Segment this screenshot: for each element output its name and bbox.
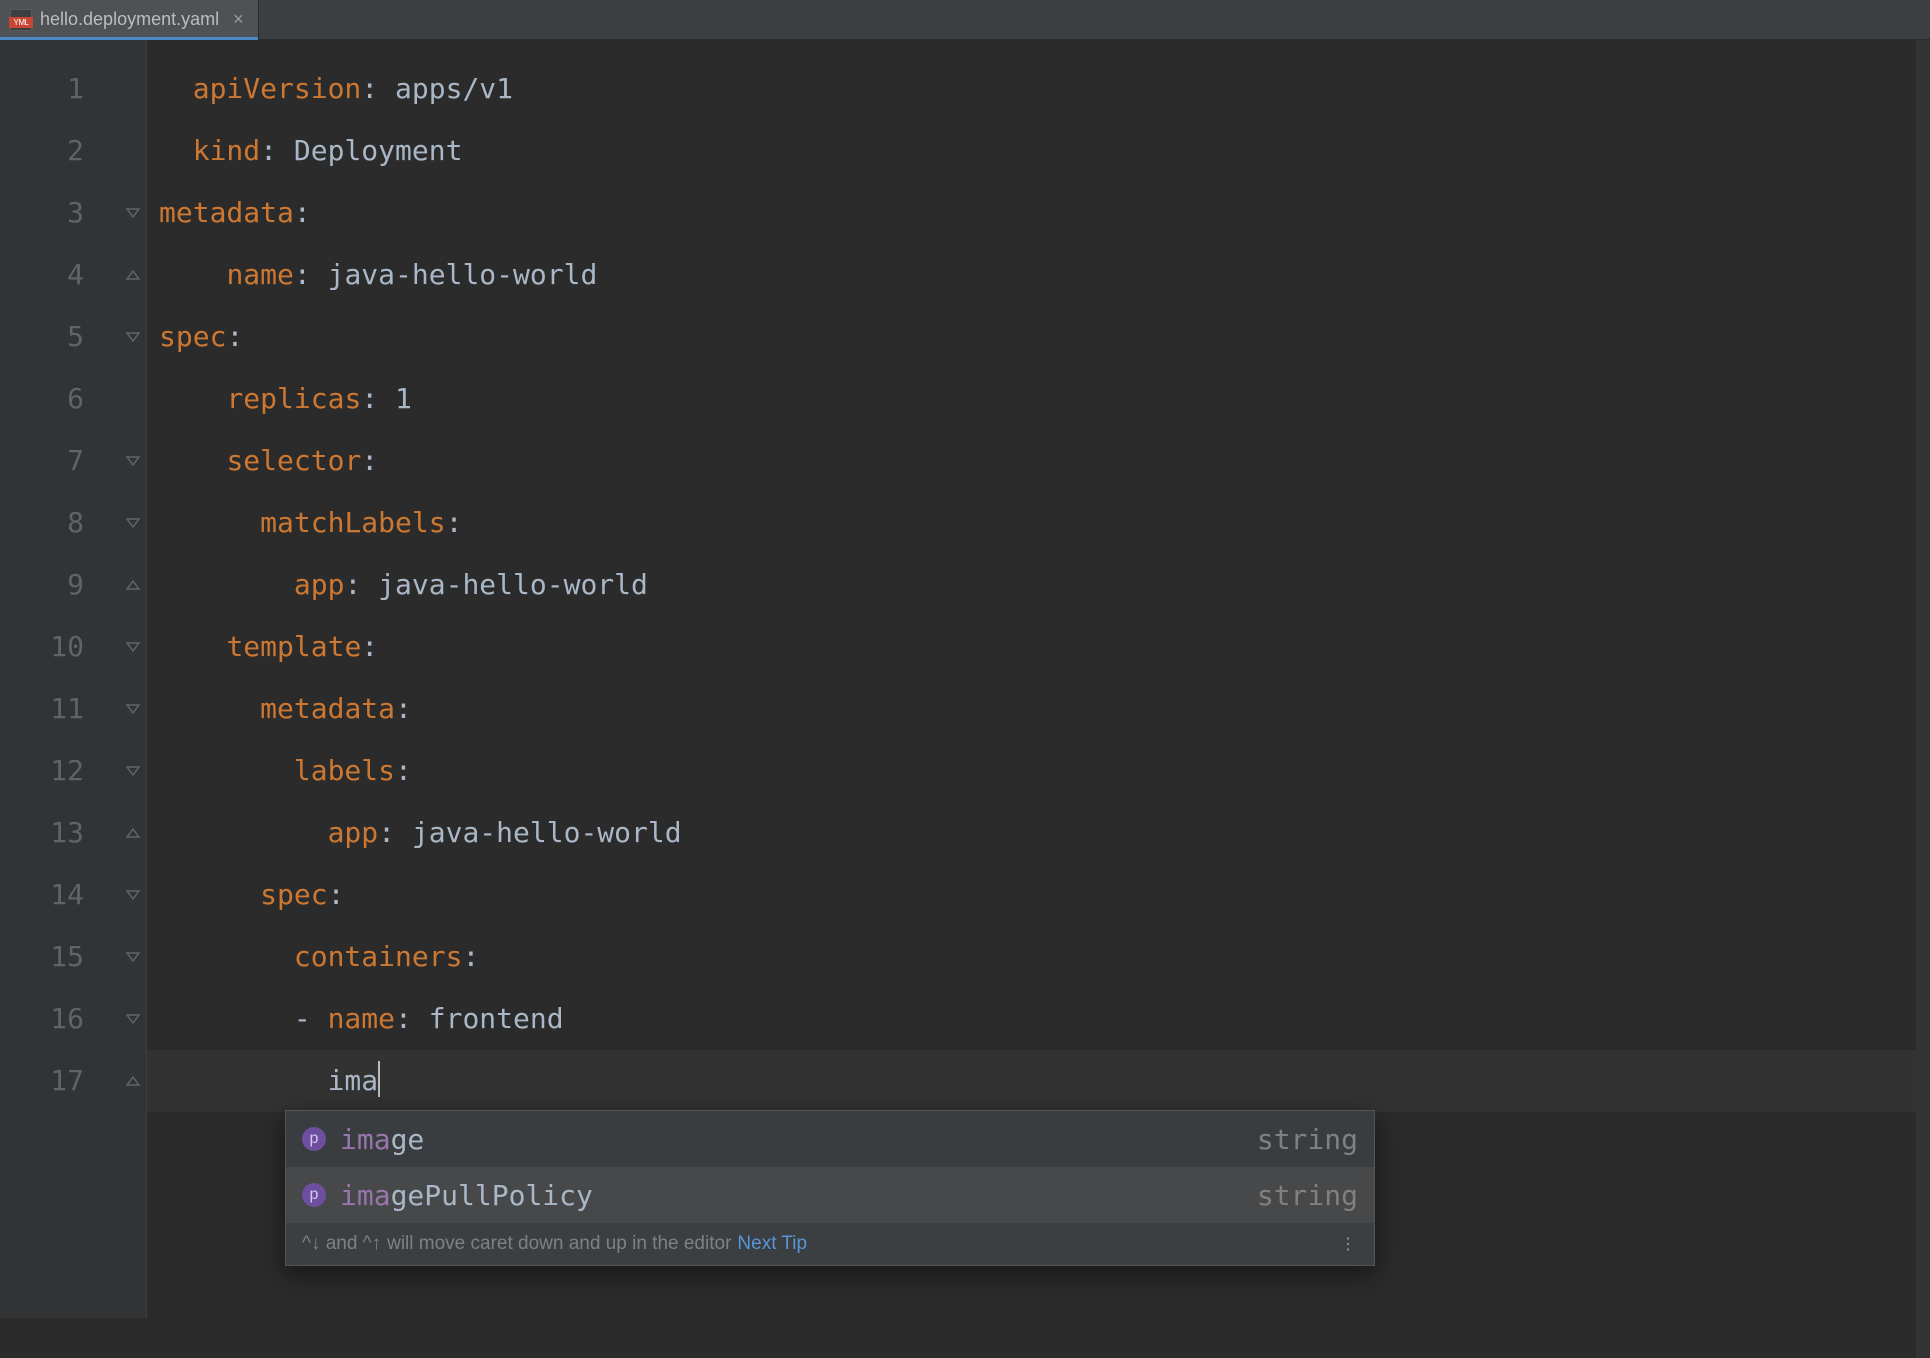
- line-number: 4: [0, 244, 120, 306]
- line-number: 11: [0, 678, 120, 740]
- fold-toggle-icon[interactable]: [120, 492, 146, 554]
- code-line[interactable]: app: java-hello-world: [147, 554, 1930, 616]
- line-number: 2: [0, 120, 120, 182]
- line-number: 10: [0, 616, 120, 678]
- editor-tab[interactable]: YML hello.deployment.yaml ×: [0, 0, 259, 39]
- fold-toggle-icon[interactable]: [120, 430, 146, 492]
- more-icon[interactable]: ⋮: [1340, 1234, 1358, 1254]
- footer-shortcut: ^↓ and ^↑: [302, 1233, 381, 1255]
- fold-toggle-icon[interactable]: [120, 678, 146, 740]
- line-number: 15: [0, 926, 120, 988]
- next-tip-link[interactable]: Next Tip: [737, 1233, 807, 1255]
- code-line[interactable]: matchLabels:: [147, 492, 1930, 554]
- line-number: 12: [0, 740, 120, 802]
- code-line[interactable]: template:: [147, 616, 1930, 678]
- tab-filename: hello.deployment.yaml: [40, 9, 219, 30]
- yaml-file-icon: YML: [10, 9, 32, 31]
- line-number: 9: [0, 554, 120, 616]
- code-line[interactable]: spec:: [147, 306, 1930, 368]
- completion-item[interactable]: pimagestring: [286, 1111, 1374, 1167]
- fold-toggle-icon[interactable]: [120, 306, 146, 368]
- line-number: 14: [0, 864, 120, 926]
- line-number: 3: [0, 182, 120, 244]
- completion-item[interactable]: p imagePullPolicystring: [286, 1167, 1374, 1223]
- fold-toggle-icon[interactable]: [120, 616, 146, 678]
- completion-footer: ^↓ and ^↑ will move caret down and up in…: [286, 1223, 1374, 1265]
- line-number: 8: [0, 492, 120, 554]
- code-line[interactable]: - name: frontend: [147, 988, 1930, 1050]
- completion-popup: pimagestringpimagePullPolicystring ^↓ an…: [285, 1110, 1375, 1266]
- completion-type: string: [1257, 1179, 1358, 1212]
- footer-text: will move caret down and up in the edito…: [387, 1233, 731, 1255]
- fold-toggle-icon[interactable]: [120, 740, 146, 802]
- tab-bar: YML hello.deployment.yaml ×: [0, 0, 1930, 40]
- code-line[interactable]: replicas: 1: [147, 368, 1930, 430]
- fold-toggle-icon[interactable]: [120, 182, 146, 244]
- property-badge-icon: p: [302, 1127, 326, 1151]
- fold-toggle-icon[interactable]: [120, 802, 146, 864]
- code-line[interactable]: ima: [147, 1050, 1930, 1112]
- fold-toggle-icon[interactable]: [120, 926, 146, 988]
- line-number: 5: [0, 306, 120, 368]
- code-line[interactable]: metadata:: [147, 182, 1930, 244]
- scrollbar[interactable]: [1916, 40, 1930, 1358]
- code-line[interactable]: name: java-hello-world: [147, 244, 1930, 306]
- code-line[interactable]: selector:: [147, 430, 1930, 492]
- fold-toggle-icon[interactable]: [120, 1050, 146, 1112]
- code-line[interactable]: apiVersion: apps/v1: [147, 58, 1930, 120]
- line-number: 17: [0, 1050, 120, 1112]
- line-number: 13: [0, 802, 120, 864]
- code-line[interactable]: spec:: [147, 864, 1930, 926]
- code-line[interactable]: metadata:: [147, 678, 1930, 740]
- line-number: 1: [0, 58, 120, 120]
- fold-toggle-icon[interactable]: [120, 554, 146, 616]
- line-number-gutter: 1234567891011121314151617: [0, 40, 120, 1318]
- completion-name: image: [340, 1123, 1257, 1156]
- text-caret: [378, 1061, 380, 1097]
- fold-spacer: [120, 120, 146, 182]
- close-tab-icon[interactable]: ×: [233, 9, 244, 30]
- fold-toggle-icon[interactable]: [120, 864, 146, 926]
- fold-spacer: [120, 368, 146, 430]
- line-number: 6: [0, 368, 120, 430]
- line-number: 7: [0, 430, 120, 492]
- code-line[interactable]: app: java-hello-world: [147, 802, 1930, 864]
- completion-type: string: [1257, 1123, 1358, 1156]
- completion-name: imagePullPolicy: [340, 1179, 1257, 1212]
- code-line[interactable]: kind: Deployment: [147, 120, 1930, 182]
- line-number: 16: [0, 988, 120, 1050]
- fold-toggle-icon[interactable]: [120, 988, 146, 1050]
- fold-spacer: [120, 58, 146, 120]
- property-badge-icon: p: [302, 1183, 326, 1207]
- code-line[interactable]: containers:: [147, 926, 1930, 988]
- fold-gutter: [120, 40, 146, 1318]
- fold-toggle-icon[interactable]: [120, 244, 146, 306]
- code-line[interactable]: labels:: [147, 740, 1930, 802]
